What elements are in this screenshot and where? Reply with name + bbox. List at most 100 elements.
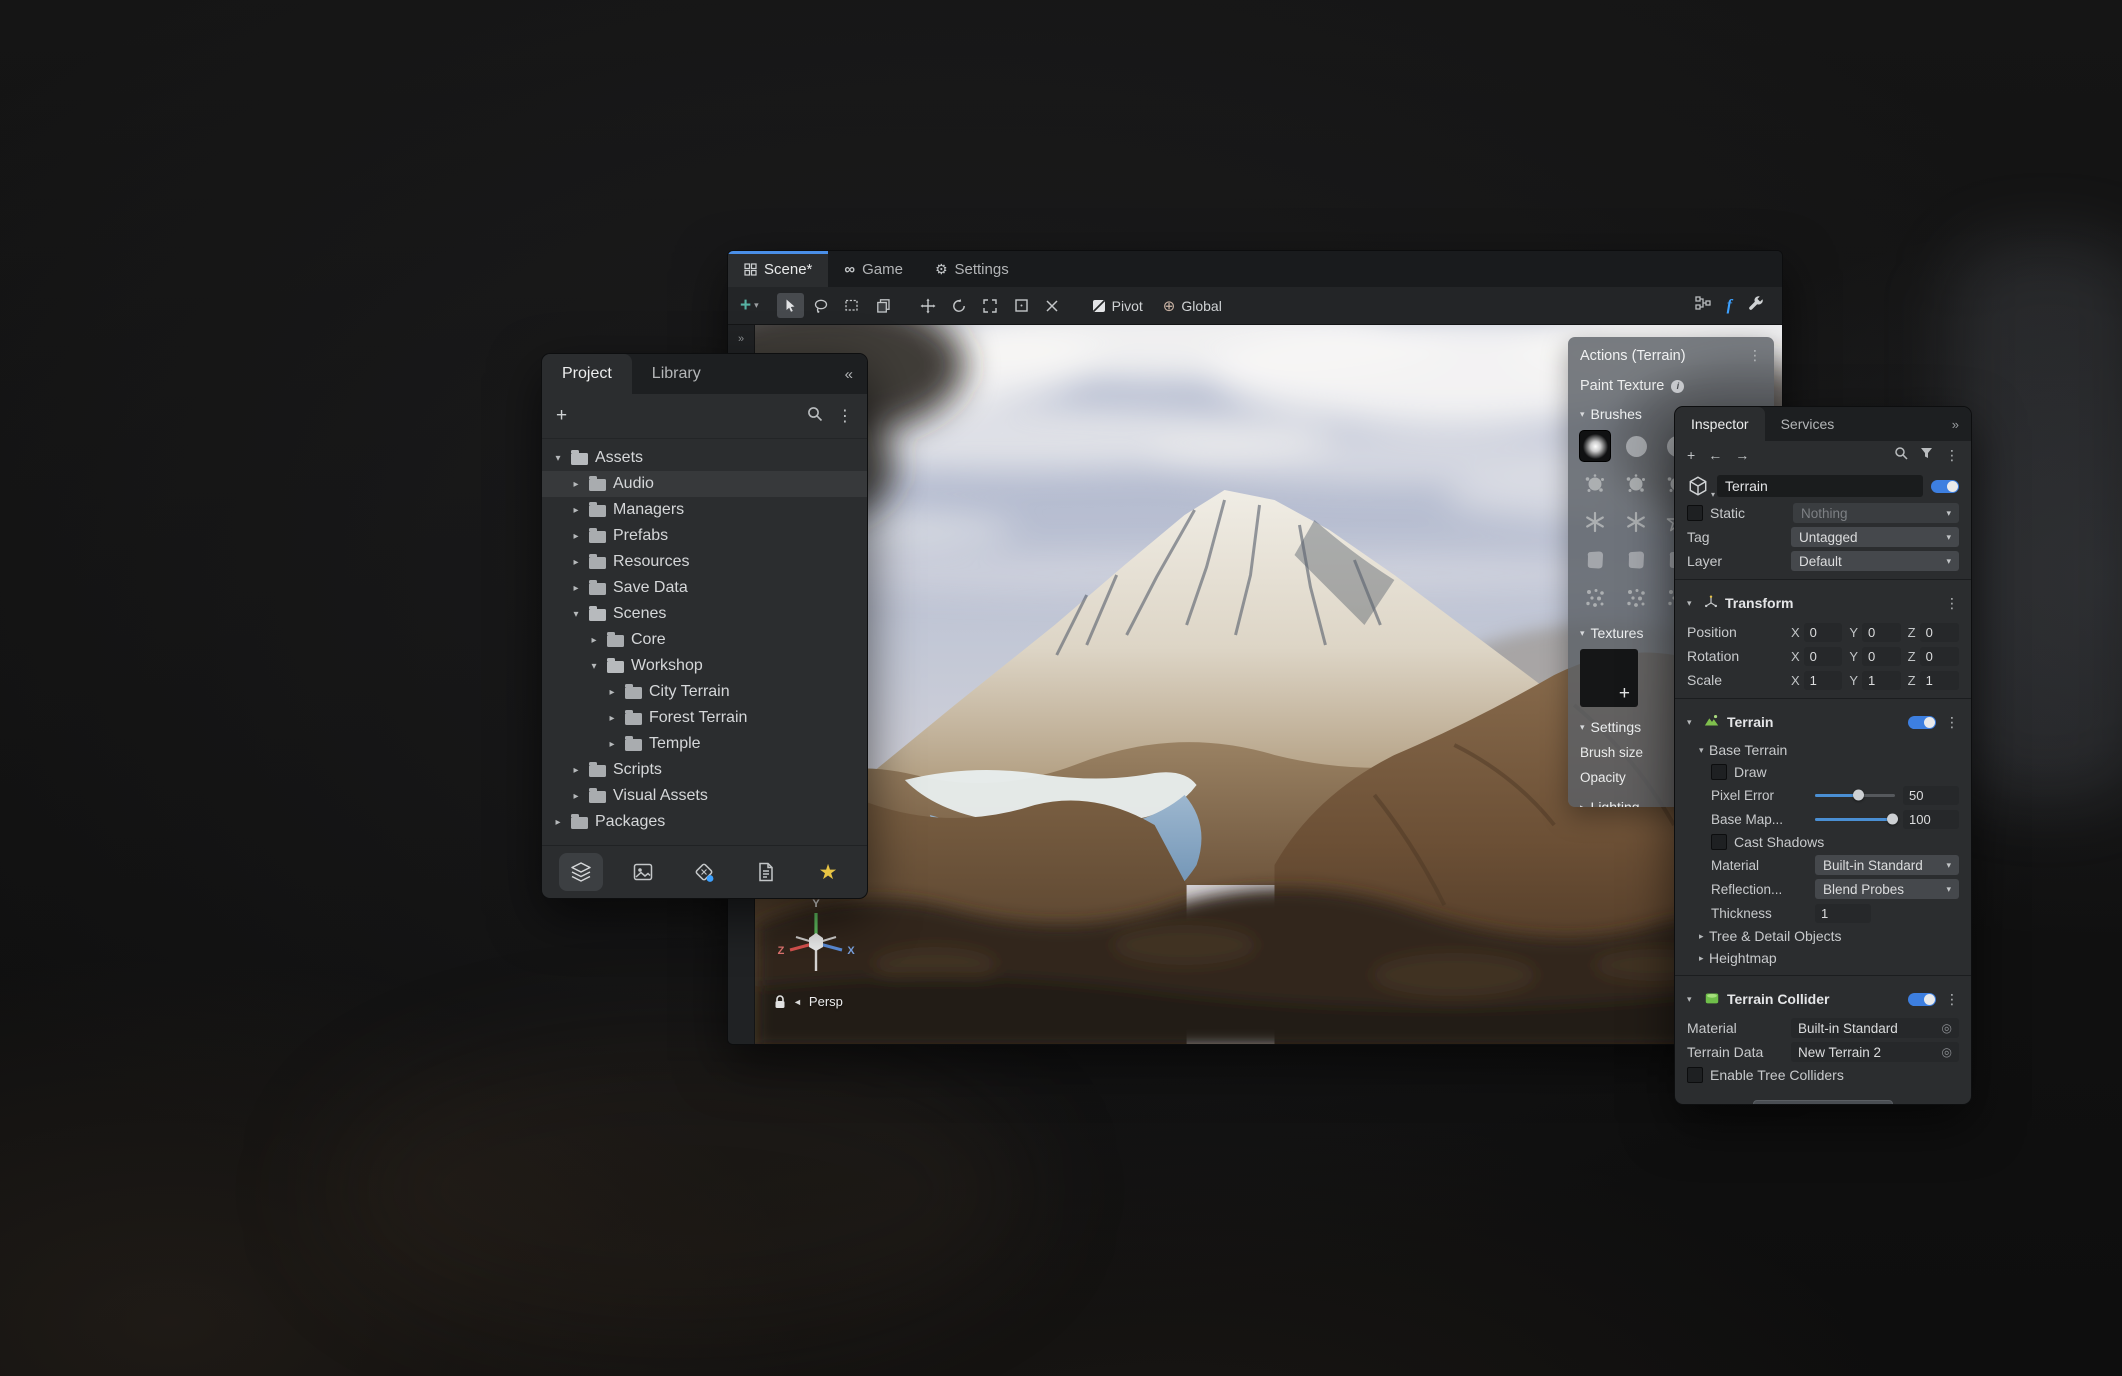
tree-item-visual-assets[interactable]: ▸Visual Assets xyxy=(542,783,867,809)
tree-caret-icon[interactable]: ▸ xyxy=(606,739,618,750)
static-checkbox[interactable] xyxy=(1687,505,1703,521)
pixel-error-slider[interactable] xyxy=(1815,794,1895,797)
persp-label[interactable]: Persp xyxy=(809,994,843,1009)
add-component-button[interactable]: Add Component xyxy=(1753,1100,1893,1104)
collapse-panel-icon[interactable]: « xyxy=(831,354,867,394)
brush-glow[interactable] xyxy=(1580,431,1610,461)
tab-project[interactable]: Project xyxy=(542,354,632,394)
axis-value-field[interactable]: 1 xyxy=(1920,671,1959,690)
tab-settings[interactable]: ⚙ Settings xyxy=(919,251,1025,287)
base-map-slider[interactable] xyxy=(1815,818,1895,821)
cursor-tool[interactable] xyxy=(777,293,804,318)
tree-item-temple[interactable]: ▸Temple xyxy=(542,731,867,757)
view-orientation-gizmo[interactable]: Y Z X ◄ Persp xyxy=(768,897,864,1009)
draw-checkbox[interactable] xyxy=(1711,764,1727,780)
material-dropdown[interactable]: Built-in Standard ▾ xyxy=(1815,855,1959,875)
search-icon[interactable] xyxy=(1894,446,1908,465)
kebab-menu-icon[interactable]: ⋮ xyxy=(1945,447,1959,464)
dock-scenes-icon[interactable] xyxy=(559,853,603,891)
tree-item-scenes[interactable]: ▾Scenes xyxy=(542,601,867,627)
terrain-collider-section-header[interactable]: ▾ Terrain Collider ⋮ xyxy=(1675,982,1971,1016)
dock-materials-icon[interactable] xyxy=(682,853,726,891)
axis-value-field[interactable]: 0 xyxy=(1920,623,1959,642)
tree-caret-icon[interactable]: ▸ xyxy=(570,531,582,542)
tree-detail-foldout[interactable]: ▸ Tree & Detail Objects xyxy=(1675,925,1971,947)
scene-viewport[interactable]: » ◉ xyxy=(728,325,1782,1044)
kebab-menu-icon[interactable]: ⋮ xyxy=(1945,714,1959,731)
heightmap-foldout[interactable]: ▸ Heightmap xyxy=(1675,947,1971,969)
filter-icon[interactable] xyxy=(1920,446,1933,464)
enable-tree-colliders-checkbox[interactable] xyxy=(1687,1067,1703,1083)
tree-item-prefabs[interactable]: ▸Prefabs xyxy=(542,523,867,549)
layer-dropdown[interactable]: Default ▾ xyxy=(1791,551,1959,571)
global-button[interactable]: ⊕ Global xyxy=(1155,293,1230,318)
reflection-dropdown[interactable]: Blend Probes ▾ xyxy=(1815,879,1959,899)
brush-aster[interactable] xyxy=(1580,507,1610,537)
pixel-error-value[interactable]: 50 xyxy=(1903,786,1959,805)
thickness-value[interactable]: 1 xyxy=(1815,904,1871,923)
brush-splat[interactable] xyxy=(1621,469,1651,499)
axis-value-field[interactable]: 0 xyxy=(1862,623,1901,642)
tree-item-scripts[interactable]: ▸Scripts xyxy=(542,757,867,783)
rect-select-tool[interactable] xyxy=(839,293,866,318)
active-toggle[interactable] xyxy=(1931,480,1959,493)
tab-inspector[interactable]: Inspector xyxy=(1675,407,1765,441)
axis-value-field[interactable]: 0 xyxy=(1804,623,1843,642)
info-icon[interactable]: i xyxy=(1671,380,1684,393)
wrench-icon[interactable] xyxy=(1748,295,1764,316)
brush-blob[interactable] xyxy=(1580,545,1610,575)
hierarchy-icon[interactable] xyxy=(1695,296,1711,315)
brush-blob[interactable] xyxy=(1621,545,1651,575)
back-icon[interactable]: ← xyxy=(1708,447,1722,463)
gameobject-cube-icon[interactable]: ▾ xyxy=(1687,475,1709,497)
tree-caret-icon[interactable]: ▸ xyxy=(570,583,582,594)
rect-tool[interactable] xyxy=(1008,293,1035,318)
axis-value-field[interactable]: 1 xyxy=(1862,671,1901,690)
base-map-value[interactable]: 100 xyxy=(1903,810,1959,829)
dock-images-icon[interactable] xyxy=(621,853,665,891)
tree-item-packages[interactable]: ▸Packages xyxy=(542,809,867,835)
tree-caret-icon[interactable]: ▸ xyxy=(570,765,582,776)
tree-caret-icon[interactable]: ▸ xyxy=(570,557,582,568)
tab-services[interactable]: Services xyxy=(1765,407,1851,441)
tab-game[interactable]: ∞ Game xyxy=(828,251,919,287)
add-icon[interactable]: + xyxy=(1687,447,1695,463)
tree-item-city-terrain[interactable]: ▸City Terrain xyxy=(542,679,867,705)
collider-enabled-toggle[interactable] xyxy=(1908,993,1936,1006)
terrain-section-header[interactable]: ▾ Terrain ⋮ xyxy=(1675,705,1971,739)
brush-splat[interactable] xyxy=(1580,469,1610,499)
tree-caret-icon[interactable]: ▸ xyxy=(570,791,582,802)
tree-item-resources[interactable]: ▸Resources xyxy=(542,549,867,575)
object-picker-icon[interactable]: ◎ xyxy=(1942,1045,1952,1059)
base-terrain-foldout[interactable]: ▾ Base Terrain xyxy=(1675,739,1971,761)
add-texture-icon[interactable]: + xyxy=(1619,683,1630,705)
tree-item-assets[interactable]: ▾Assets xyxy=(542,445,867,471)
tag-dropdown[interactable]: Untagged ▾ xyxy=(1791,527,1959,547)
forward-icon[interactable]: → xyxy=(1735,447,1749,463)
cast-shadows-checkbox[interactable] xyxy=(1711,834,1727,850)
collider-material-field[interactable]: Built-in Standard ◎ xyxy=(1791,1018,1959,1038)
axis-value-field[interactable]: 0 xyxy=(1862,647,1901,666)
tree-caret-icon[interactable]: ▸ xyxy=(606,687,618,698)
texture-slot[interactable]: + xyxy=(1580,649,1638,707)
transform-tool[interactable] xyxy=(1039,293,1066,318)
kebab-menu-icon[interactable]: ⋮ xyxy=(1945,595,1959,612)
expand-panel-icon[interactable]: » xyxy=(1940,407,1971,441)
dock-favorites-icon[interactable]: ★ xyxy=(806,853,850,891)
expand-overlay-icon[interactable]: » xyxy=(738,333,744,345)
frame-debug-icon[interactable]: f xyxy=(1727,297,1732,315)
axis-value-field[interactable]: 1 xyxy=(1804,671,1843,690)
tab-library[interactable]: Library xyxy=(632,354,721,394)
tree-caret-icon[interactable]: ▸ xyxy=(570,479,582,490)
tree-caret-icon[interactable]: ▸ xyxy=(606,713,618,724)
static-flags-dropdown[interactable]: Nothing ▾ xyxy=(1793,503,1959,523)
brush-scatter[interactable] xyxy=(1621,583,1651,613)
duplicate-tool[interactable] xyxy=(870,293,897,318)
terrain-data-field[interactable]: New Terrain 2 ◎ xyxy=(1791,1042,1959,1062)
tab-scene[interactable]: Scene* xyxy=(728,251,828,287)
brush-aster[interactable] xyxy=(1621,507,1651,537)
tree-item-forest-terrain[interactable]: ▸Forest Terrain xyxy=(542,705,867,731)
kebab-menu-icon[interactable]: ⋮ xyxy=(837,406,853,426)
tree-item-core[interactable]: ▸Core xyxy=(542,627,867,653)
scale-tool[interactable] xyxy=(977,293,1004,318)
